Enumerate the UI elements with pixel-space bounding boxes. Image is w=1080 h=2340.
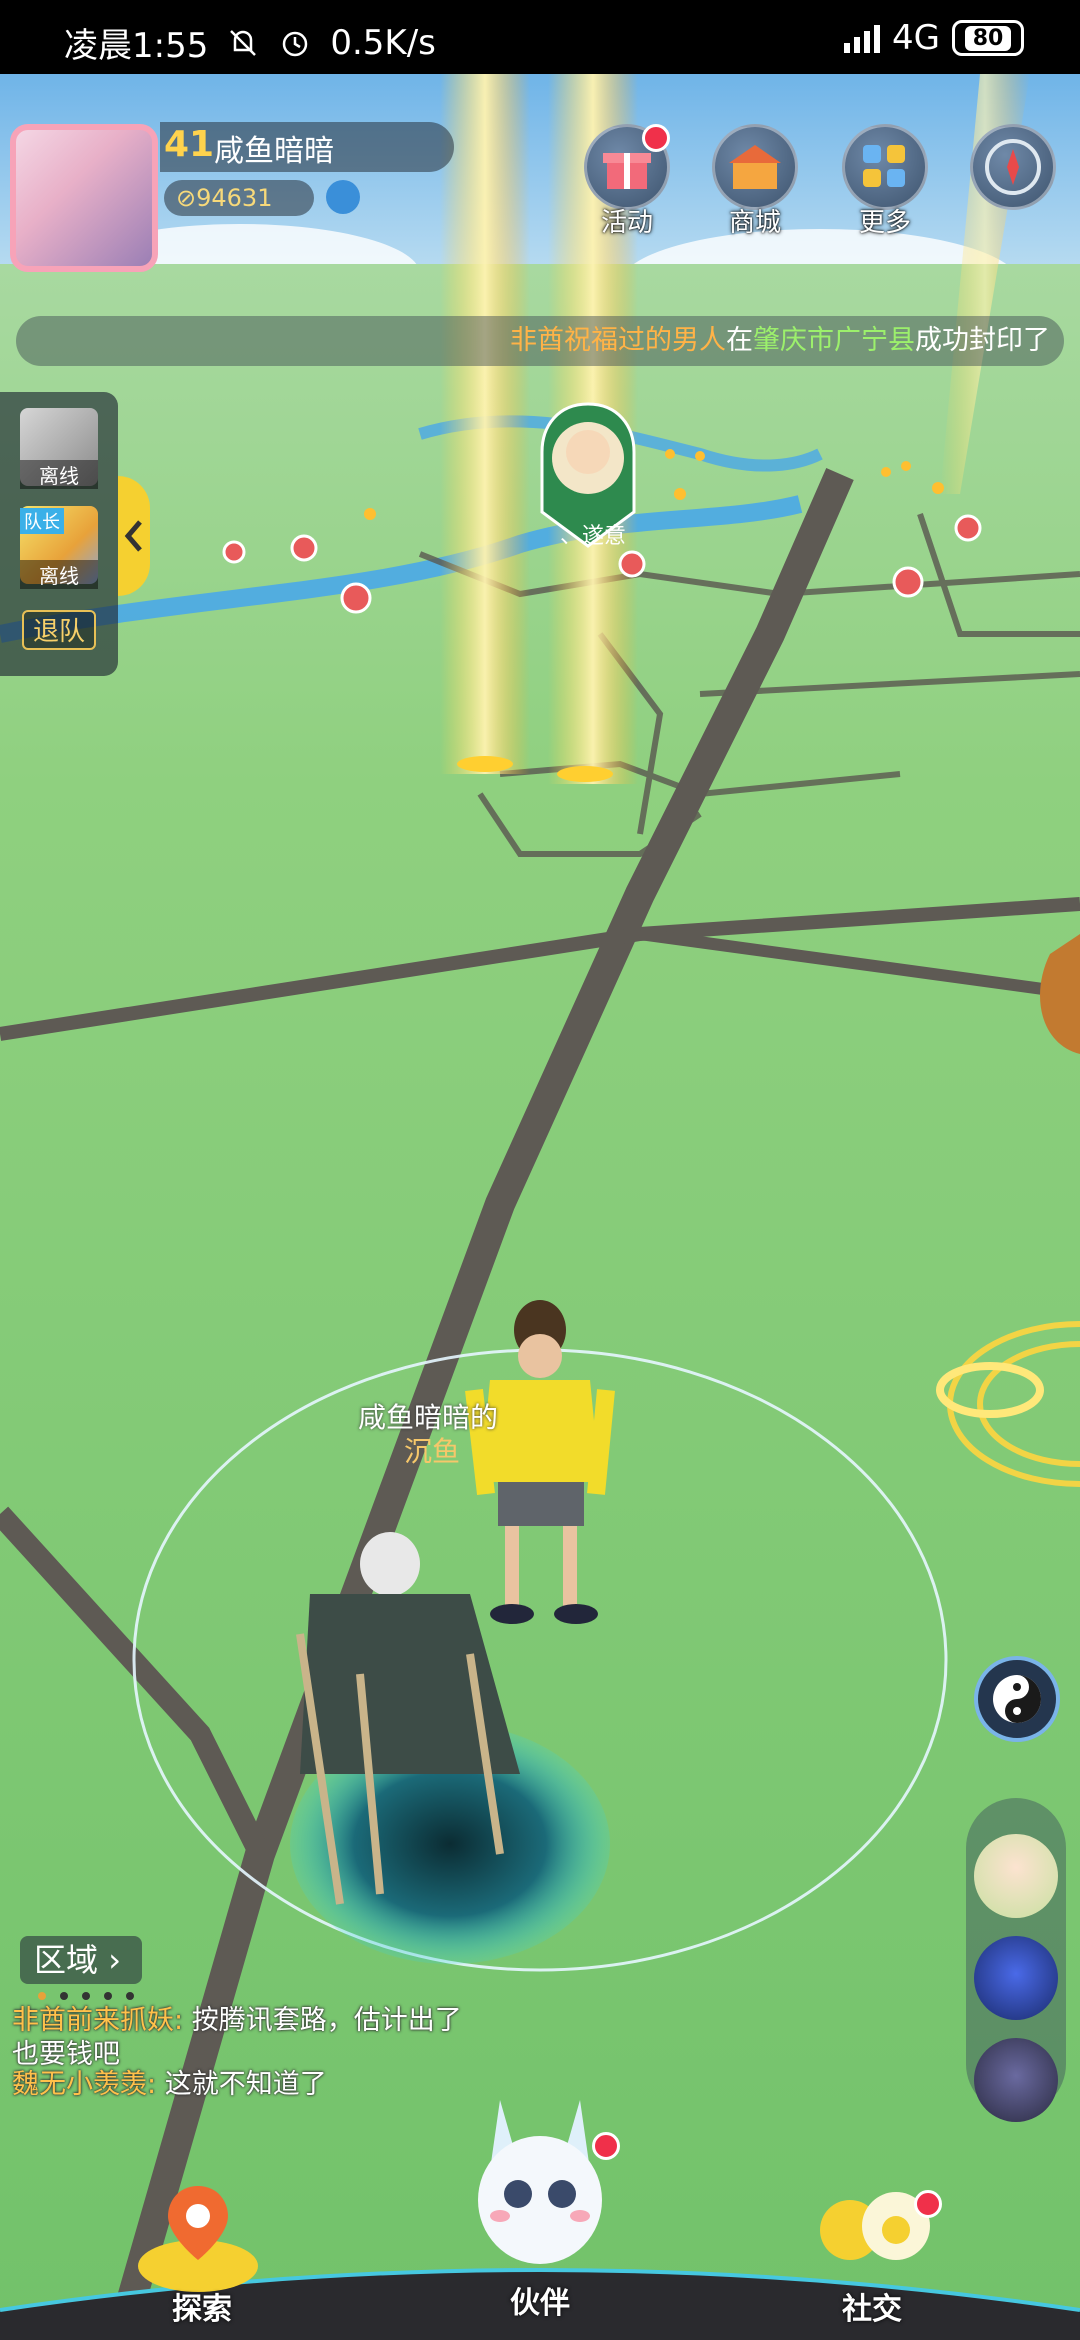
region-label: 区域: [34, 1941, 99, 1979]
ticker-player: 非酋祝福过的男人: [510, 325, 726, 356]
team-member-2-status: 离线: [20, 560, 98, 589]
partner-mascot-icon[interactable]: [460, 2090, 620, 2290]
player-avatar[interactable]: [10, 124, 158, 272]
partner-badge: [592, 2132, 620, 2160]
signal-icon: [844, 23, 881, 53]
chat-message: 魏无小羡羡: 这就不知道了: [12, 2068, 482, 2102]
team-collapse-toggle[interactable]: [118, 476, 150, 596]
activity-label: 活动: [600, 208, 653, 238]
player-level: 41: [164, 124, 215, 165]
yin-yang-icon: [993, 1675, 1041, 1723]
pet-name-label: 沉鱼: [404, 1435, 461, 1468]
social-badge: [914, 2190, 942, 2218]
captain-badge: 队长: [20, 508, 64, 534]
ticker-place: 肇庆市广宁县: [753, 325, 915, 356]
qq-icon[interactable]: [326, 180, 360, 214]
nav-social-label[interactable]: 社交: [792, 2284, 952, 2328]
compass-button[interactable]: [970, 124, 1056, 210]
more-icon: [863, 145, 905, 187]
chat-text: 这就不知道了: [156, 2069, 327, 2100]
network-speed: 0.5K/s: [330, 22, 436, 63]
nav-partner-label[interactable]: 伙伴: [460, 2278, 620, 2322]
chat-message: 非酋前来抓妖: 按腾讯套路，估计出了也要钱吧: [12, 2004, 482, 2072]
npc-name: 、遂意: [559, 524, 626, 549]
chat-sender: 非酋前来抓妖:: [12, 2005, 184, 2036]
chevron-left-icon: [124, 520, 142, 552]
announcement-ticker: 非酋祝福过的男人在肇庆市广宁县成功封印了: [16, 316, 1064, 366]
network-type: 4G: [892, 18, 940, 58]
chat-page-dots: [38, 1992, 134, 2000]
more-button[interactable]: [842, 124, 928, 210]
compass-icon: [985, 139, 1041, 195]
coin-value: 94631: [196, 184, 273, 212]
quit-team-button[interactable]: 退队: [22, 610, 96, 650]
status-bar: 凌晨1:55 0.5K/s 4G 80: [0, 0, 1080, 74]
ticker-word2: 成功封印了: [915, 325, 1050, 356]
taiji-button[interactable]: [974, 1656, 1060, 1742]
activity-badge: [642, 124, 670, 152]
pet-slot-1[interactable]: [974, 1834, 1058, 1918]
shop-button[interactable]: [712, 124, 798, 210]
team-member-1-status: 离线: [20, 460, 98, 489]
region-channel-button[interactable]: 区域 ›: [20, 1936, 142, 1984]
more-label: 更多: [858, 208, 911, 238]
clock: 凌晨1:55: [64, 26, 209, 66]
game-screen: 凌晨1:55 0.5K/s 4G 80 41 咸鱼暗暗 ⊘94631 活动 商城…: [0, 0, 1080, 2340]
shop-icon: [729, 145, 781, 189]
pet-slot-3[interactable]: [974, 2038, 1058, 2122]
bell-off-icon: [230, 29, 257, 56]
battery-icon: 80: [952, 20, 1024, 56]
chevron-right-icon: ›: [108, 1941, 121, 1979]
explore-icon[interactable]: [128, 2176, 268, 2296]
alarm-icon: [283, 31, 308, 56]
coin-counter: ⊘94631: [164, 180, 314, 216]
nav-explore-label[interactable]: 探索: [122, 2284, 282, 2328]
shop-label: 商城: [728, 208, 781, 238]
ticker-word1: 在: [726, 325, 753, 356]
pet-slot-2[interactable]: [974, 1936, 1058, 2020]
player-name: 咸鱼暗暗: [214, 134, 334, 169]
chat-sender: 魏无小羡羡:: [12, 2069, 157, 2100]
